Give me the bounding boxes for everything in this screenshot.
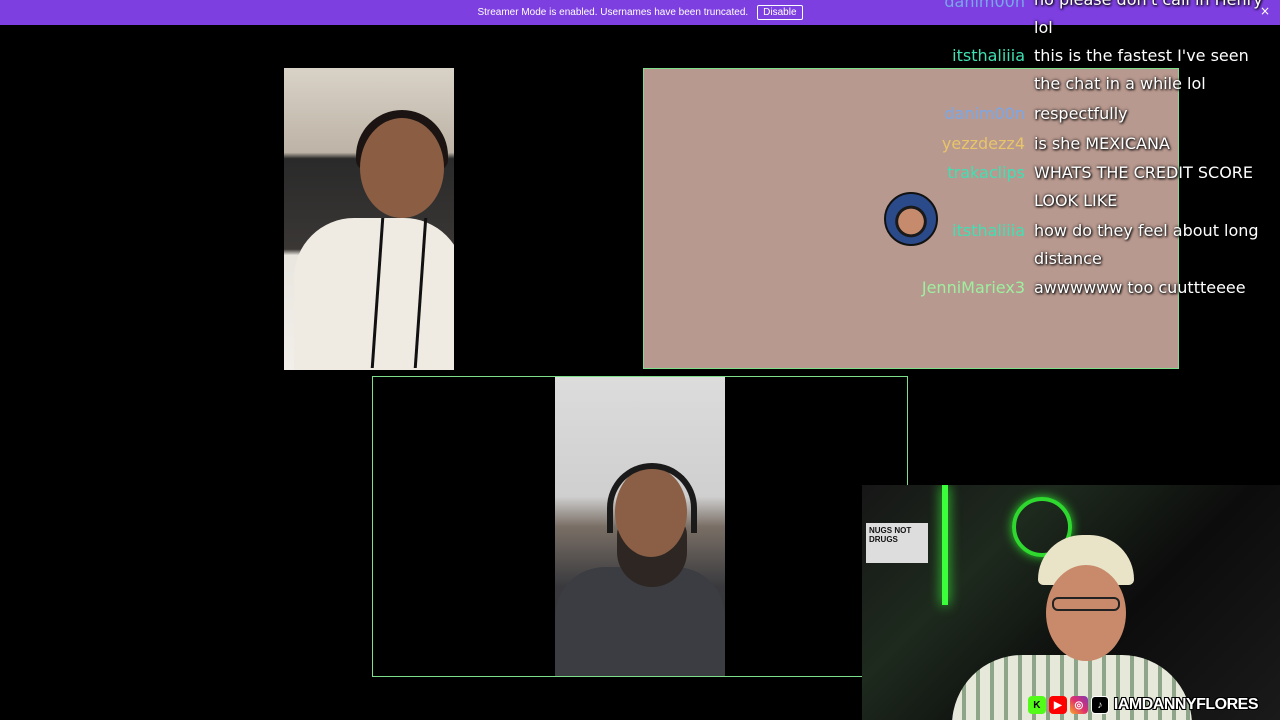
chat-username: JenniMariex3	[921, 278, 1025, 297]
chat-username: itsthaliiia	[952, 221, 1025, 240]
chat-message: no please don't call in Henry lol	[1034, 0, 1263, 37]
participant-video	[555, 377, 725, 676]
youtube-icon: ▶	[1048, 696, 1067, 714]
disable-streamer-mode-button[interactable]: Disable	[757, 5, 803, 20]
instagram-icon: ◎	[1069, 696, 1088, 714]
video-tile-bottom	[372, 376, 908, 677]
streamer-glasses	[1052, 597, 1120, 611]
tiktok-icon: ♪	[1090, 696, 1109, 714]
chat-message: respectfully	[1034, 104, 1128, 123]
chat-username: danim00n	[944, 0, 1025, 11]
streamer-mode-text: Streamer Mode is enabled. Usernames have…	[477, 7, 749, 18]
chat-username: danim00n	[944, 104, 1025, 123]
streamer-webcam: NUGS NOT DRUGS K ▶ ◎ ♪ IAMDANNYFLORES	[862, 485, 1280, 720]
social-handle-bar: K ▶ ◎ ♪ IAMDANNYFLORES	[1027, 696, 1259, 714]
wall-sign: NUGS NOT DRUGS	[866, 523, 928, 563]
neon-light	[942, 485, 948, 605]
streamer-handle: IAMDANNYFLORES	[1113, 696, 1259, 713]
chat-username: yezzdezz4	[941, 134, 1025, 153]
chat-message: awwwwww too cuuttteeee	[1034, 278, 1246, 297]
chat-message: is she MEXICANA	[1034, 134, 1170, 153]
streamer-face	[1046, 565, 1126, 661]
participant-face	[360, 118, 444, 218]
chat-message: this is the fastest I've seen the chat i…	[1034, 46, 1249, 93]
chat-message: how do they feel about long distance	[1034, 221, 1259, 268]
chat-username: itsthaliiia	[952, 46, 1025, 65]
headset-icon	[607, 463, 697, 533]
chat-username: trakaclips	[947, 163, 1025, 182]
chat-message: WHATS THE CREDIT SCORE LOOK LIKE	[1034, 163, 1254, 210]
kick-icon: K	[1027, 696, 1046, 714]
video-tile-left	[284, 68, 454, 370]
avatar	[884, 192, 938, 246]
